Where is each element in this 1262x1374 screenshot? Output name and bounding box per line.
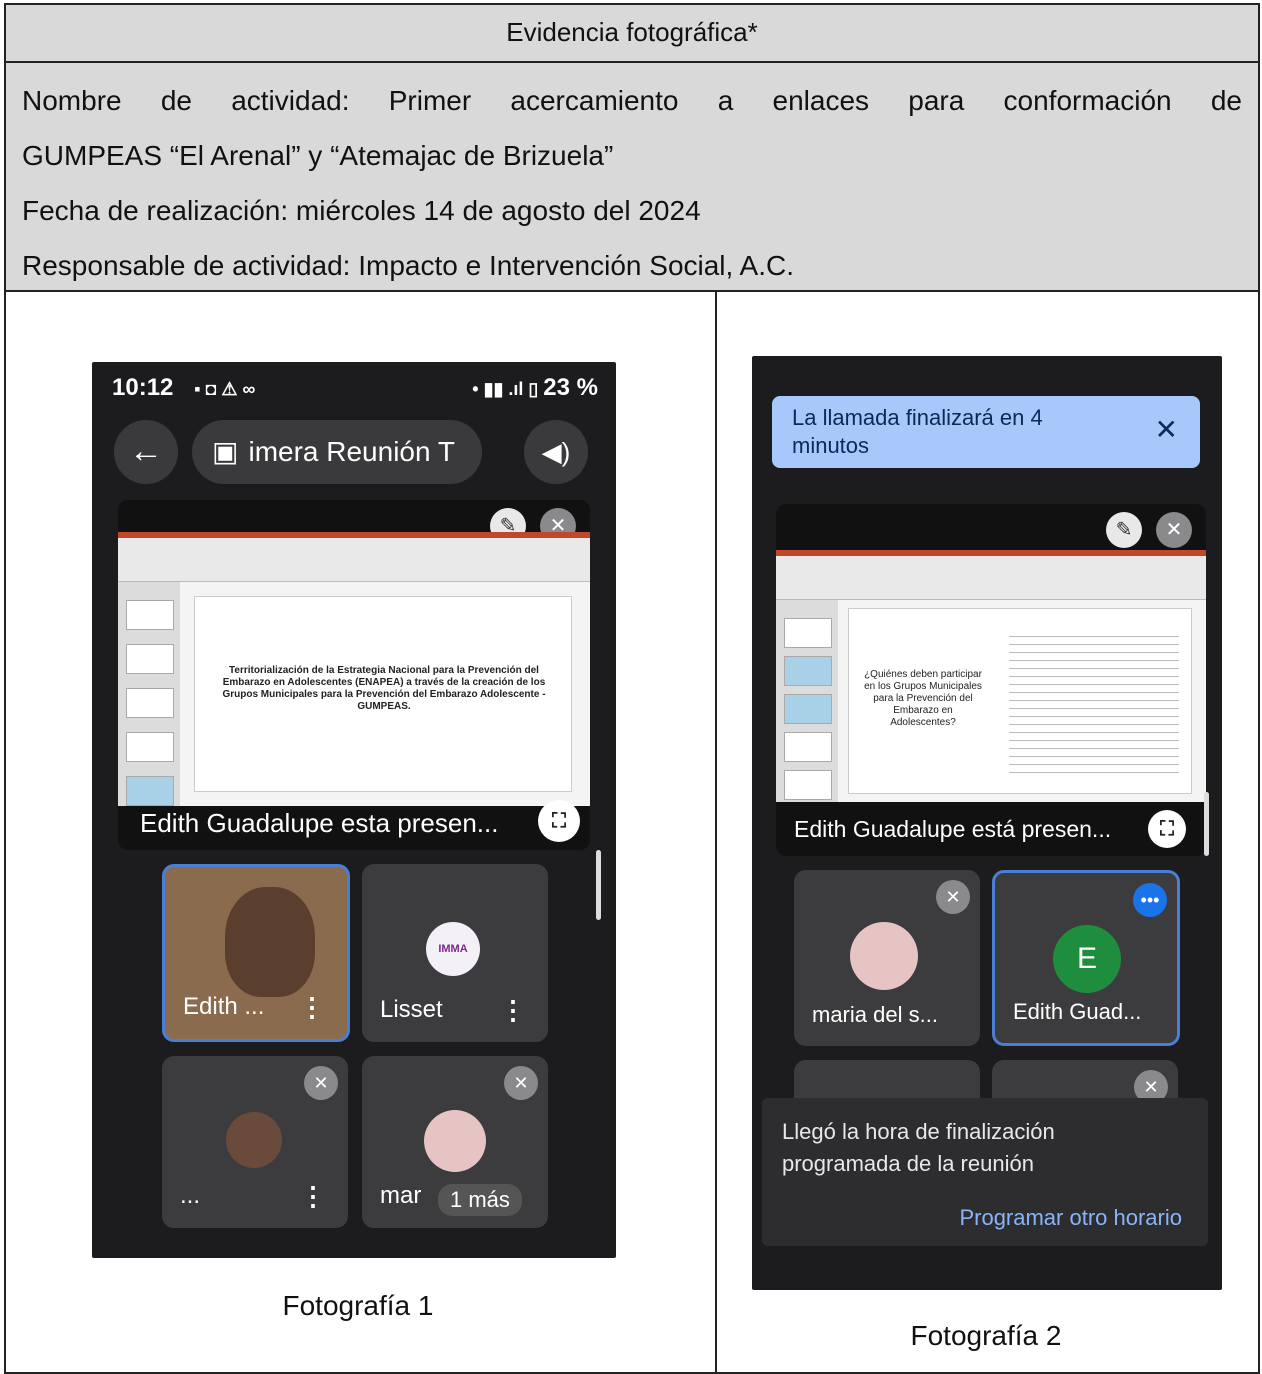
participant-tile[interactable]: IMMA Lisset ⋮ <box>362 864 548 1042</box>
meeting-title: imera Reunión T <box>248 436 455 467</box>
slide-thumb <box>784 694 832 724</box>
mic-off-icon: ✕ <box>936 880 970 914</box>
slide-thumb <box>784 732 832 762</box>
table-title: Evidencia fotográfica* <box>6 5 1258 63</box>
meeting-end-toast: Llegó la hora de finalización programada… <box>762 1098 1208 1246</box>
slide-title: Territorialización de la Estrategia Naci… <box>222 665 546 712</box>
more-participants-badge[interactable]: 1 más <box>438 1184 522 1216</box>
participant-tile[interactable]: ✕ maria del s... <box>794 870 980 1046</box>
status-bar: 10:12 ▪ ◘ ⚠ ∞ • ▮▮ .ıl ▯ 23 % <box>92 362 616 410</box>
signal-icon: • ▮▮ .ıl ▯ <box>472 379 544 399</box>
more-options-icon[interactable]: ⋮ <box>500 995 526 1026</box>
slide-thumb <box>784 618 832 648</box>
mic-off-icon: ✕ <box>504 1066 538 1100</box>
scrollbar[interactable] <box>1204 792 1209 856</box>
avatar-initial: E <box>1076 942 1097 975</box>
speaking-indicator-icon: ••• <box>1133 883 1167 917</box>
slide-thumb <box>126 732 174 762</box>
activity-name-line2: GUMPEAS “El Arenal” y “Atemajac de Brizu… <box>22 140 614 171</box>
presenter-label: Edith Guadalupe está presen... <box>794 816 1112 842</box>
participant-logo: IMMA <box>426 922 480 976</box>
status-icons: ▪ ◘ ⚠ ∞ <box>194 379 256 399</box>
app-ribbon <box>776 556 1206 600</box>
more-options-icon[interactable]: ⋮ <box>299 992 325 1023</box>
photo-1-screenshot: 10:12 ▪ ◘ ⚠ ∞ • ▮▮ .ıl ▯ 23 % ← ▣ imera R… <box>92 362 616 1258</box>
speaker-icon: ◀) <box>541 437 571 467</box>
participant-tile[interactable]: ✕ ... ⋮ <box>162 1056 348 1228</box>
photo-2-caption: Fotografía 2 <box>910 1320 1062 1351</box>
slide-thumbnails <box>118 582 180 806</box>
banner-text: La llamada finalizará en 4 minutos <box>792 405 1043 458</box>
toast-message: Llegó la hora de finalización programada… <box>782 1119 1055 1176</box>
reschedule-link[interactable]: Programar otro horario <box>959 1202 1182 1234</box>
battery-percent: 23 % <box>543 374 598 401</box>
fullscreen-icon[interactable]: ⛶ <box>1148 810 1186 848</box>
participant-avatar <box>424 1110 486 1172</box>
slide-thumb <box>126 776 174 806</box>
participant-name: maria del s... <box>812 1002 938 1027</box>
slide-question: ¿Quiénes deben participar en los Grupos … <box>864 669 982 728</box>
activity-responsible: Responsable de actividad: Impacto e Inte… <box>22 250 794 281</box>
participant-tile[interactable]: Edith ... ⋮ <box>162 864 350 1042</box>
close-icon[interactable]: ✕ <box>1155 416 1178 444</box>
back-button[interactable]: ← <box>114 420 178 484</box>
logo-text: IMMA <box>438 943 468 955</box>
photo-2-screenshot: La llamada finalizará en 4 minutos ✕ ✎ ✕… <box>752 356 1222 1290</box>
mic-off-icon: ✕ <box>1156 512 1192 548</box>
slide-thumb <box>126 600 174 630</box>
mic-off-icon: ✕ <box>304 1066 338 1100</box>
slide-thumb <box>784 656 832 686</box>
participant-name: Edith Guad... <box>1013 999 1142 1024</box>
slide-thumb <box>126 644 174 674</box>
photo-1-caption: Fotografía 1 <box>282 1290 434 1321</box>
speaker-button[interactable]: ◀) <box>524 420 588 484</box>
meeting-title-chip[interactable]: ▣ imera Reunión T <box>192 420 482 484</box>
participant-video <box>225 887 315 997</box>
pin-icon[interactable]: ✎ <box>1106 512 1142 548</box>
more-options-icon[interactable]: ⋮ <box>300 1181 326 1212</box>
app-ribbon <box>118 538 590 582</box>
call-ending-banner: La llamada finalizará en 4 minutos ✕ <box>772 396 1200 468</box>
battery-indicator: • ▮▮ .ıl ▯ 23 % <box>472 374 598 402</box>
status-time: 10:12 <box>112 374 174 401</box>
participant-avatar <box>226 1112 282 1168</box>
participant-avatar <box>850 922 918 990</box>
slide-thumb <box>126 688 174 718</box>
activity-date: Fecha de realización: miércoles 14 de ag… <box>22 195 701 226</box>
slide-bullet-list <box>1009 629 1179 779</box>
column-divider <box>715 292 717 1374</box>
presentation-tile[interactable]: ✎ ✕ ¿Quiénes deben participar en los Gru… <box>776 504 1206 856</box>
participant-avatar: E <box>1053 925 1121 993</box>
participant-name: mar <box>380 1182 422 1209</box>
slide-thumb <box>784 770 832 800</box>
presentation-tile[interactable]: ✎ ✕ Territorialización de la Estrategia … <box>118 500 590 850</box>
presenter-label: Edith Guadalupe esta presen... <box>140 808 499 838</box>
current-slide: Territorialización de la Estrategia Naci… <box>194 596 572 792</box>
fullscreen-icon[interactable]: ⛶ <box>538 800 580 842</box>
participant-tile[interactable]: ✕ mar 1 más <box>362 1056 548 1228</box>
shared-screen: Territorialización de la Estrategia Naci… <box>118 532 590 806</box>
activity-name-line1: Nombre de actividad: Primer acercamiento… <box>22 85 1242 116</box>
slide-thumbnails <box>776 600 838 802</box>
arrow-left-icon: ← <box>129 432 163 470</box>
participant-name: Lisset <box>380 996 443 1023</box>
activity-info: Nombre de actividad: Primer acercamiento… <box>6 63 1258 292</box>
scrollbar[interactable] <box>596 850 601 920</box>
participant-tile[interactable]: ••• E Edith Guad... <box>992 870 1180 1046</box>
shared-screen: ¿Quiénes deben participar en los Grupos … <box>776 550 1206 802</box>
current-slide: ¿Quiénes deben participar en los Grupos … <box>848 608 1192 794</box>
participant-name: ... <box>180 1182 201 1209</box>
calendar-icon: ▣ <box>212 436 239 467</box>
participant-name: Edith ... <box>183 993 265 1020</box>
